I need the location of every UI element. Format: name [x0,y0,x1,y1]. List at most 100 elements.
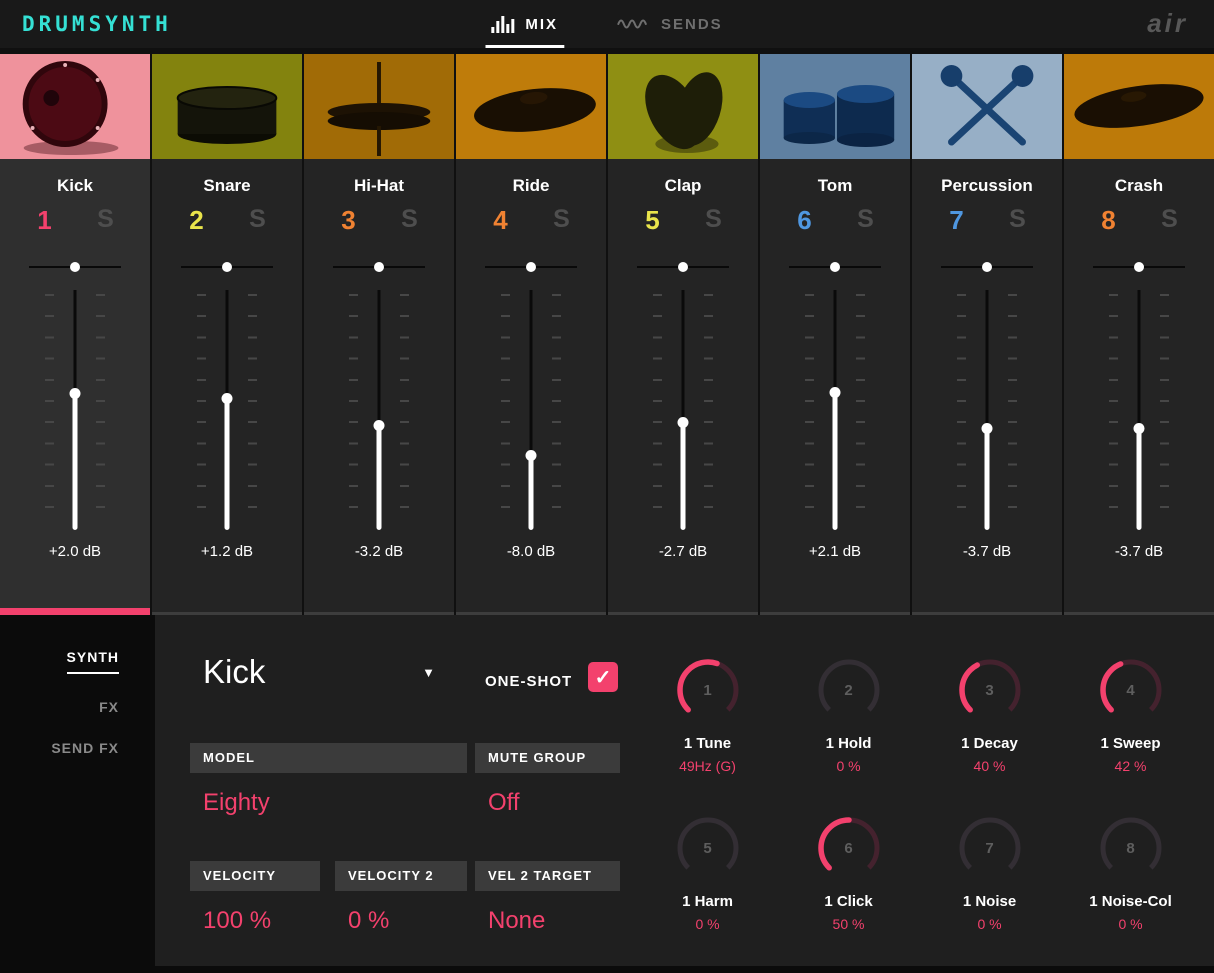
solo-button[interactable]: S [1139,205,1200,236]
pan-thumb[interactable] [374,262,384,272]
channel-image-percussion[interactable] [912,54,1062,159]
knob-5[interactable]: 5 [675,815,741,881]
fader-area [951,290,1023,530]
channel-strip-percussion[interactable]: Percussion 7 S -3.7 dB [912,54,1062,615]
pan-thumb[interactable] [1134,262,1144,272]
channel-image-ride[interactable] [456,54,606,159]
volume-fader[interactable] [979,290,995,530]
knob-2[interactable]: 2 [816,657,882,723]
model-field-value[interactable]: Eighty [190,789,467,817]
volume-fader[interactable] [67,290,83,530]
model-field: MODEL Eighty [190,743,467,817]
knob-cell: 4 1 Sweep 42 % [1060,657,1201,815]
volume-fader[interactable] [371,290,387,530]
solo-button[interactable]: S [531,205,592,236]
sidebar-item-fx[interactable]: FX [99,699,119,715]
pan-slider[interactable] [789,261,881,273]
channel-strip-snare[interactable]: Snare 2 S +1.2 dB [152,54,302,615]
mute-group-field-header: MUTE GROUP [475,743,620,773]
solo-button[interactable]: S [683,205,744,236]
pan-slider[interactable] [485,261,577,273]
pan-thumb[interactable] [830,262,840,272]
channel-strip-ride[interactable]: Ride 4 S -8.0 dB [456,54,606,615]
pan-slider[interactable] [941,261,1033,273]
pan-thumb[interactable] [982,262,992,272]
vel2-target-field-header: VEL 2 TARGET [475,861,620,891]
pan-thumb[interactable] [70,262,80,272]
channel-strip-clap[interactable]: Clap 5 S -2.7 dB [608,54,758,615]
solo-button[interactable]: S [835,205,896,236]
knob-label: 1 Decay [961,735,1018,752]
chevron-down-icon: ▼ [422,664,435,680]
channel-image-tom[interactable] [760,54,910,159]
mute-group-field-value[interactable]: Off [475,789,620,817]
pan-thumb[interactable] [526,262,536,272]
knob-3[interactable]: 3 [957,657,1023,723]
knob-cell: 5 1 Harm 0 % [637,815,778,973]
fader-thumb[interactable] [373,420,385,431]
channel-image-crash[interactable] [1064,54,1214,159]
tab-sends[interactable]: SENDS [610,0,729,48]
fader-thumb[interactable] [981,423,993,434]
pan-slider[interactable] [181,261,273,273]
tab-mix[interactable]: MIX [485,0,564,48]
volume-fader[interactable] [675,290,691,530]
fader-scale-ticks [501,294,510,526]
channel-strip-tom[interactable]: Tom 6 S +2.1 dB [760,54,910,615]
pad-selector-dropdown[interactable]: Kick ▼ [203,653,435,691]
volume-fader[interactable] [827,290,843,530]
fader-fill [832,392,838,530]
channel-image-hi-hat[interactable] [304,54,454,159]
fader-thumb[interactable] [69,388,81,399]
channel-name: Crash [1114,176,1164,195]
volume-fader[interactable] [523,290,539,530]
solo-button[interactable]: S [379,205,440,236]
fader-thumb[interactable] [1133,423,1145,434]
channel-image-kick[interactable] [0,54,150,159]
knob-label: 1 Hold [825,735,872,752]
sidebar-item-synth[interactable]: SYNTH [66,649,119,674]
solo-button[interactable]: S [75,205,136,236]
channel-name: Kick [57,176,93,195]
channel-db-value: -8.0 dB [506,543,556,560]
channel-strip-hi-hat[interactable]: Hi-Hat 3 S -3.2 dB [304,54,454,615]
pan-slider[interactable] [29,261,121,273]
channel-number-row: 7 S [912,205,1062,236]
channel-image-clap[interactable] [608,54,758,159]
channel-strip-kick[interactable]: Kick 1 S +2.0 dB [0,54,150,615]
knob-label: 1 Noise-Col [1089,893,1172,910]
channel-strip-crash[interactable]: Crash 8 S -3.7 dB [1064,54,1214,615]
volume-fader[interactable] [1131,290,1147,530]
knob-7[interactable]: 7 [957,815,1023,881]
fader-scale-ticks [1160,294,1169,526]
pan-slider[interactable] [1093,261,1185,273]
velocity-field-value[interactable]: 100 % [190,907,320,935]
knob-8[interactable]: 8 [1098,815,1164,881]
pan-thumb[interactable] [222,262,232,272]
knob-1[interactable]: 1 [675,657,741,723]
knob-index: 5 [703,839,712,857]
fader-thumb[interactable] [221,393,233,404]
knob-4[interactable]: 4 [1098,657,1164,723]
knob-6[interactable]: 6 [816,815,882,881]
sidebar-item-send-fx[interactable]: SEND FX [51,740,119,756]
solo-button[interactable]: S [987,205,1048,236]
solo-button[interactable]: S [227,205,288,236]
vel2-target-field-value[interactable]: None [475,907,620,935]
knob-index: 6 [844,839,853,857]
fader-thumb[interactable] [525,450,537,461]
pan-thumb[interactable] [678,262,688,272]
fader-thumb[interactable] [829,387,841,398]
volume-fader[interactable] [219,290,235,530]
pan-slider[interactable] [333,261,425,273]
knob-value: 0 % [836,758,861,774]
knob-label: 1 Harm [682,893,733,910]
channel-name: Snare [203,176,251,195]
pad-number: 7 [949,205,964,235]
one-shot-checkbox[interactable]: ✓ [588,662,618,692]
fader-scale-ticks [197,294,206,526]
channel-image-snare[interactable] [152,54,302,159]
pan-slider[interactable] [637,261,729,273]
fader-thumb[interactable] [677,417,689,428]
velocity2-field-value[interactable]: 0 % [335,907,467,935]
